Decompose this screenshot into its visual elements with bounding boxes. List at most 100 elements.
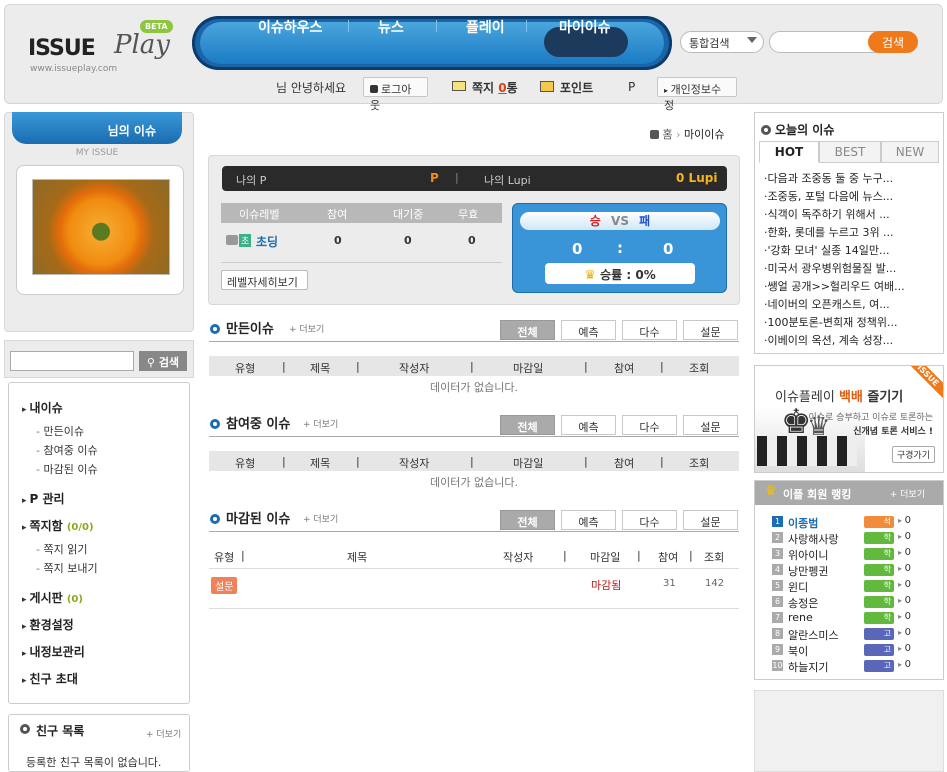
nav-issue-house[interactable]: 이슈하우스: [258, 17, 322, 37]
rank-points-value: 0: [904, 515, 911, 526]
menu-settings[interactable]: 환경설정: [22, 616, 74, 633]
breadcrumb-home[interactable]: 홈: [663, 128, 673, 141]
rank-level-badge: 학: [864, 564, 894, 576]
divider: [209, 531, 739, 532]
ranking-row[interactable]: 9 북이 고 ▸ 0: [772, 643, 942, 658]
my-issue-tab[interactable]: 님의 이슈: [12, 112, 182, 144]
menu-participating[interactable]: 참여중 이슈: [36, 442, 97, 458]
rank-points: ▸ 0: [898, 643, 911, 654]
today-item[interactable]: ·한화, 롯데를 누르고 3위 ...: [764, 224, 936, 240]
site-logo[interactable]: ISSUE Play BETA www.issueplay.com: [28, 20, 178, 80]
tab-created-survey[interactable]: 설문: [683, 320, 738, 340]
today-item[interactable]: ·다음과 조중동 둘 중 누구...: [764, 170, 936, 186]
section-closed-more[interactable]: + 더보기: [303, 512, 338, 525]
today-item[interactable]: ·조중동, 포털 다음에 뉴스...: [764, 188, 936, 204]
more-label: 더보기: [299, 325, 325, 335]
search-scope-select[interactable]: 통합검색: [680, 31, 764, 53]
tab-created-majority[interactable]: 다수: [622, 320, 677, 340]
rank-user-name[interactable]: rene: [788, 611, 813, 624]
point-label[interactable]: 포인트: [560, 79, 593, 96]
today-item[interactable]: ·네이버의 오픈캐스트, 여...: [764, 296, 936, 312]
ranking-row[interactable]: 3 위아이니 학 ▸ 0: [772, 547, 942, 562]
rank-user-name[interactable]: 위아이니: [788, 547, 828, 563]
breadcrumb: 홈 › 마이이슈: [650, 126, 725, 142]
ranking-row[interactable]: 10 하늘지기 고 ▸ 0: [772, 659, 942, 674]
rank-user-name[interactable]: 낭만펭귄: [788, 563, 828, 579]
menu-closed[interactable]: 마감된 이슈: [36, 461, 97, 477]
ranking-row[interactable]: 6 송정은 학 ▸ 0: [772, 595, 942, 610]
menu-messages[interactable]: 쪽지함 (0/0): [22, 517, 94, 534]
ranking-row[interactable]: 1 이종범 석 ▸ 0: [772, 515, 942, 530]
rank-user-name[interactable]: 이종범: [788, 515, 818, 531]
menu-send-message[interactable]: 쪽지 보내기: [36, 560, 97, 576]
menu-messages-count: (0/0): [66, 522, 94, 533]
tab-closed-predict[interactable]: 예측: [561, 510, 616, 530]
col-sep: |: [282, 360, 286, 373]
nav-my-issue[interactable]: 마이이슈: [559, 17, 611, 37]
rank-user-name[interactable]: 하늘지기: [788, 659, 828, 675]
ranking-row[interactable]: 8 알란스미스 고 ▸ 0: [772, 627, 942, 642]
menu-created[interactable]: 만든이슈: [36, 423, 83, 439]
friends-more-link[interactable]: + 더보기: [146, 727, 181, 740]
level-detail-button[interactable]: 레벨자세히보기: [221, 270, 308, 290]
rank-user-name[interactable]: 북이: [788, 643, 808, 659]
tab-new[interactable]: NEW: [881, 141, 939, 163]
rank-user-name[interactable]: 송정은: [788, 595, 818, 611]
today-item[interactable]: ·'강화 모녀' 실종 14일만...: [764, 242, 936, 258]
menu-invite[interactable]: 친구 초대: [22, 670, 78, 687]
menu-privacy[interactable]: 내정보관리: [22, 643, 85, 660]
rank-user-name[interactable]: 윈디: [788, 579, 808, 595]
ranking-more[interactable]: + 더보기: [890, 487, 925, 500]
menu-read-message[interactable]: 쪽지 읽기: [36, 541, 87, 557]
menu-p-manage[interactable]: P 관리: [22, 490, 65, 507]
tab-created-all[interactable]: 전체: [500, 320, 555, 340]
rank-user-name[interactable]: 사랑해사랑: [788, 531, 839, 547]
tab-participating-predict[interactable]: 예측: [561, 415, 616, 435]
col-sep: |: [584, 360, 588, 373]
rank-user-name[interactable]: 알란스미스: [788, 627, 839, 643]
rank-level-badge: 학: [864, 580, 894, 592]
today-item-text: 미국서 광우병위험물질 발...: [767, 262, 897, 275]
message-link[interactable]: 쪽지 0통: [472, 79, 518, 96]
today-item[interactable]: ·식객이 독주하기 위해서 ...: [764, 206, 936, 222]
logout-button[interactable]: 로그아웃: [363, 77, 428, 112]
banner-line1b: 백배: [838, 390, 863, 405]
today-item[interactable]: ·미국서 광우병위험물질 발...: [764, 260, 936, 276]
menu-board[interactable]: 게시판 (0): [22, 589, 83, 606]
win-rate-box: ♛ 승률 : 0%: [545, 263, 695, 284]
nav-play[interactable]: 플레이: [466, 17, 505, 37]
tab-hot[interactable]: HOT: [759, 141, 819, 163]
profile-edit-button[interactable]: ▸ 개인정보수정: [657, 77, 737, 112]
ranking-row[interactable]: 4 낭만펭귄 학 ▸ 0: [772, 563, 942, 578]
col-sep: |: [241, 549, 245, 562]
rank-number: 5: [772, 580, 783, 591]
tab-created-predict[interactable]: 예측: [561, 320, 616, 340]
tab-participating-all[interactable]: 전체: [500, 415, 555, 435]
menu-my-issue[interactable]: 내이슈: [22, 399, 63, 416]
tab-participating-survey[interactable]: 설문: [683, 415, 738, 435]
section-created-more[interactable]: + 더보기: [289, 322, 324, 335]
table-row[interactable]: 설문 마감됨 31 142: [209, 572, 739, 600]
ranking-row[interactable]: 5 윈디 학 ▸ 0: [772, 579, 942, 594]
tab-participating-majority[interactable]: 다수: [622, 415, 677, 435]
promo-banner[interactable]: ♚ ♛ 이슈플레이 백배 즐기기 이슈로 승부하고 이슈로 토론하는 신개념 토…: [754, 365, 944, 473]
section-participating-more[interactable]: + 더보기: [303, 417, 338, 430]
rank-level-badge: 학: [864, 532, 894, 544]
bullet-icon: [20, 724, 30, 734]
tab-closed-survey[interactable]: 설문: [683, 510, 738, 530]
search-button[interactable]: 검색: [868, 31, 918, 53]
lupi-count: 0: [676, 171, 685, 185]
tab-best[interactable]: BEST: [819, 141, 881, 163]
point-value: P: [628, 80, 636, 94]
ranking-row[interactable]: 2 사랑해사랑 학 ▸ 0: [772, 531, 942, 546]
tab-closed-majority[interactable]: 다수: [622, 510, 677, 530]
nav-news[interactable]: 뉴스: [378, 17, 404, 37]
today-item[interactable]: ·100분토론-변희재 정책위...: [764, 314, 936, 330]
banner-button[interactable]: 구경가기: [891, 446, 935, 463]
today-item[interactable]: ·이베이의 옥션, 계속 성장...: [764, 332, 936, 348]
left-search-input[interactable]: [10, 351, 134, 371]
today-item[interactable]: ·쌩얼 공개>>헐리우드 여배...: [764, 278, 936, 294]
left-search-button[interactable]: ⚲ 검색: [139, 351, 187, 371]
ranking-row[interactable]: 7 rene 학 ▸ 0: [772, 611, 942, 626]
tab-closed-all[interactable]: 전체: [500, 510, 555, 530]
